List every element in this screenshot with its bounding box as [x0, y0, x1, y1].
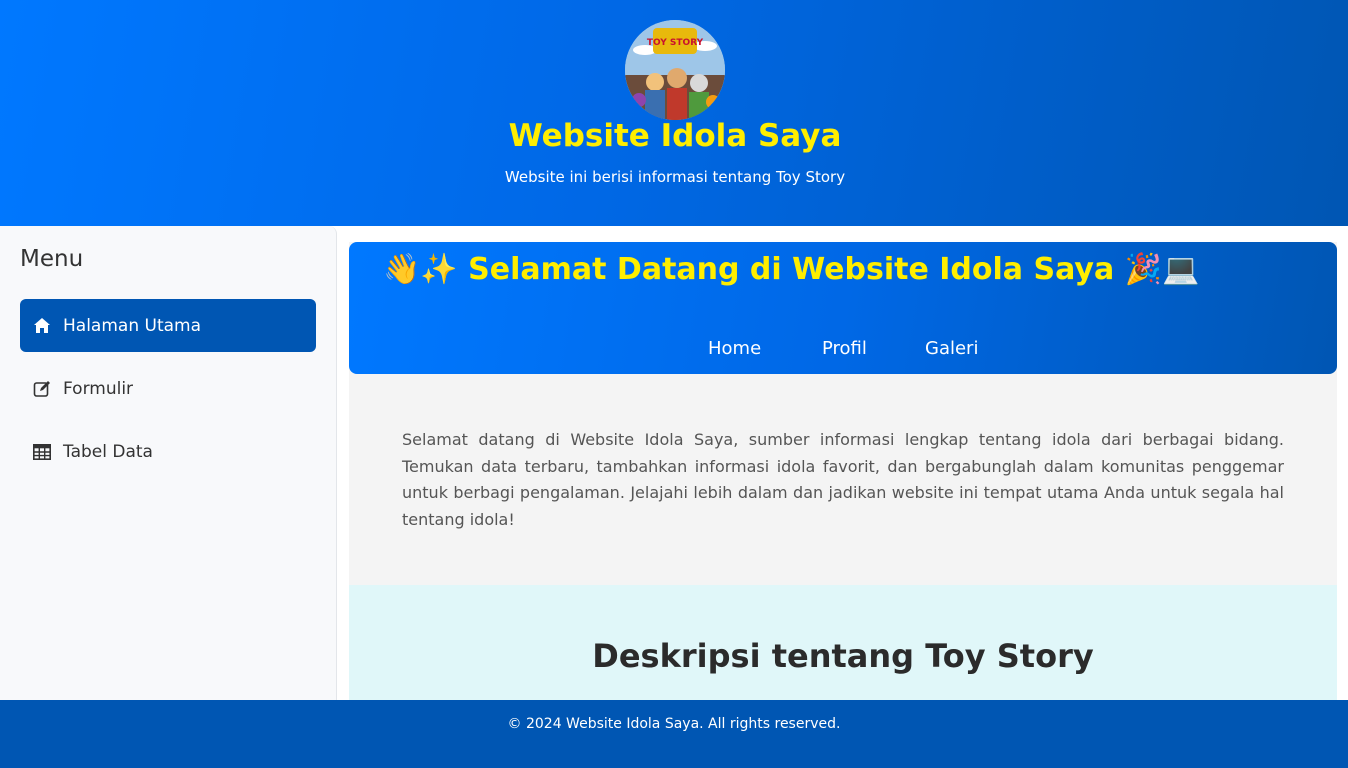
description-section: Deskripsi tentang Toy Story [349, 585, 1337, 700]
site-footer: © 2024 Website Idola Saya. All rights re… [0, 700, 1348, 768]
sidebar-item-formulir[interactable]: Formulir [20, 362, 316, 415]
toy-story-logo-avatar: TOY STORY [625, 20, 725, 120]
menu-title: Menu [20, 246, 84, 272]
sidebar-item-tabel-data[interactable]: Tabel Data [20, 425, 316, 478]
nav-link-profil[interactable]: Profil [822, 338, 867, 359]
sidebar-item-label: Tabel Data [63, 441, 153, 462]
top-nav: Home Profil Galeri [349, 338, 1337, 362]
footer-copyright: © 2024 Website Idola Saya. All rights re… [507, 716, 841, 732]
edit-icon [32, 379, 52, 399]
site-title: Website Idola Saya [508, 118, 842, 154]
site-header: TOY STORY Website Idola Saya Website ini… [0, 0, 1348, 226]
nav-link-galeri[interactable]: Galeri [925, 338, 978, 359]
sidebar-item-label: Halaman Utama [63, 315, 202, 336]
logo-text: TOY STORY [647, 38, 704, 48]
welcome-heading: 👋✨ Selamat Datang di Website Idola Saya … [383, 252, 1200, 287]
welcome-banner: 👋✨ Selamat Datang di Website Idola Saya … [349, 242, 1337, 374]
main-content: 👋✨ Selamat Datang di Website Idola Saya … [349, 242, 1337, 700]
site-subtitle: Website ini berisi informasi tentang Toy… [504, 168, 846, 186]
sidebar-item-label: Formulir [63, 378, 134, 399]
sidebar-item-halaman-utama[interactable]: Halaman Utama [20, 299, 316, 352]
intro-paragraph: Selamat datang di Website Idola Saya, su… [402, 430, 1284, 529]
table-icon [32, 442, 52, 462]
description-title: Deskripsi tentang Toy Story [592, 637, 1094, 675]
sidebar: Menu Halaman Utama Formulir Tabel Data [0, 226, 337, 700]
home-icon [32, 316, 52, 336]
nav-link-home[interactable]: Home [708, 338, 761, 359]
